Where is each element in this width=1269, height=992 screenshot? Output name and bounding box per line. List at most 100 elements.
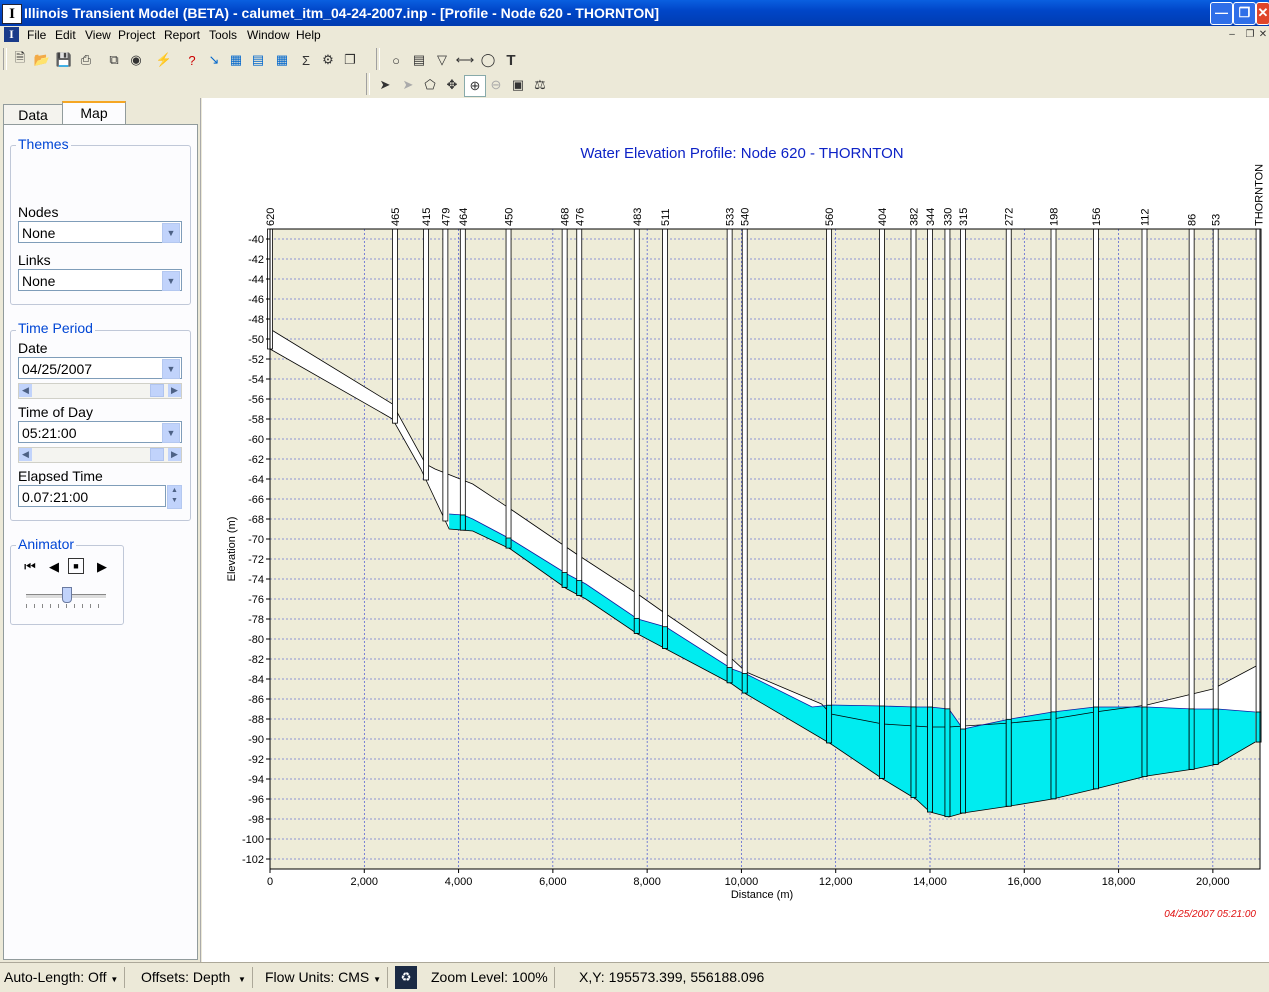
menu-file[interactable]: File <box>27 28 46 42</box>
menu-bar: I File Edit View Project Report Tools Wi… <box>0 26 1269 45</box>
menu-window[interactable]: Window <box>247 28 290 42</box>
x-tick-label: 14,000 <box>913 876 947 888</box>
play-forward-icon[interactable]: ▶ <box>93 558 111 576</box>
scroll-thumb[interactable] <box>150 448 164 461</box>
add-label-icon[interactable]: T <box>501 50 521 70</box>
menu-view[interactable]: View <box>85 28 111 42</box>
elapsed-spinner-icon[interactable]: ▲ ▼ <box>167 485 182 509</box>
document-icon[interactable]: I <box>4 27 19 42</box>
y-tick-label: -74 <box>248 574 264 586</box>
menu-tools[interactable]: Tools <box>209 28 237 42</box>
tab-map[interactable]: Map <box>62 101 126 125</box>
new-file-icon[interactable]: 🗎 <box>10 50 30 70</box>
x-tick-label: 10,000 <box>725 876 759 888</box>
profile-plot-icon[interactable]: ↘ <box>204 50 224 70</box>
x-axis-label: Distance (m) <box>731 889 793 901</box>
save-icon[interactable]: 💾 <box>54 50 74 70</box>
add-conduit-icon[interactable]: ⟷ <box>455 50 475 70</box>
date-select[interactable]: 04/25/2007 ▼ <box>18 357 182 379</box>
y-tick-label: -60 <box>248 434 264 446</box>
manhole-shaft <box>826 228 833 744</box>
elevation-profile-chart[interactable]: 620 465 415 479 464 450 468 476 483 511 533 540 560 4… <box>202 98 1269 962</box>
flow-units-status[interactable]: Flow Units: CMS ▼ <box>265 967 389 988</box>
y-tick-label: -98 <box>248 814 264 826</box>
scroll-right-icon[interactable]: ▶ <box>168 384 181 397</box>
stop-icon[interactable]: ■ <box>68 558 84 574</box>
mdi-close-icon[interactable]: ✕ <box>1258 29 1268 41</box>
zoom-in-icon[interactable]: ⊕ <box>464 75 486 97</box>
node-label: 620 <box>265 208 277 226</box>
options-icon[interactable]: ⚙ <box>318 50 338 70</box>
find-icon[interactable]: ◉ <box>126 50 146 70</box>
chevron-down-icon[interactable]: ▼ <box>162 223 180 243</box>
maximize-button[interactable]: ❐ <box>1233 2 1256 25</box>
mdi-minimize-icon[interactable]: – <box>1225 29 1239 41</box>
add-pump-icon[interactable]: ◯ <box>478 50 498 70</box>
scroll-right-icon[interactable]: ▶ <box>168 448 181 461</box>
time-of-day-select[interactable]: 05:21:00 ▼ <box>18 421 182 443</box>
rewind-icon[interactable]: ⏮ <box>21 558 39 576</box>
scroll-left-icon[interactable]: ◀ <box>19 448 32 461</box>
elapsed-time-field[interactable]: 0.07:21:00 <box>18 485 166 507</box>
query-icon[interactable]: ? <box>182 50 202 70</box>
menu-project[interactable]: Project <box>118 28 155 42</box>
chevron-down-icon[interactable]: ▼ <box>162 423 180 443</box>
scroll-thumb[interactable] <box>150 384 164 397</box>
open-folder-icon[interactable]: 📂 <box>32 50 52 70</box>
menu-help[interactable]: Help <box>296 28 321 42</box>
manhole-water <box>879 705 885 779</box>
menu-report[interactable]: Report <box>164 28 200 42</box>
scatter-plot-icon[interactable]: ▤ <box>248 50 268 70</box>
y-tick-label: -82 <box>248 654 264 666</box>
menu-edit[interactable]: Edit <box>55 28 76 42</box>
add-storage-icon[interactable]: ▤ <box>409 50 429 70</box>
app-icon[interactable]: I <box>2 4 22 24</box>
date-scrollbar[interactable]: ◀ ▶ <box>18 383 182 399</box>
y-tick-label: -68 <box>248 514 264 526</box>
copy-icon[interactable]: ⧉ <box>104 50 124 70</box>
manhole-shaft <box>1212 228 1219 765</box>
node-label: THORNTON <box>1254 164 1266 226</box>
time-scrollbar[interactable]: ◀ ▶ <box>18 447 182 463</box>
scroll-left-icon[interactable]: ◀ <box>19 384 32 397</box>
manhole-shaft <box>726 228 733 684</box>
nodes-theme-select[interactable]: None ▼ <box>18 221 182 243</box>
y-tick-label: -84 <box>248 674 264 686</box>
auto-length-status[interactable]: Auto-Length: Off ▼ <box>4 967 126 988</box>
full-extent-icon[interactable]: ▣ <box>508 75 528 95</box>
slider-thumb[interactable] <box>62 587 72 603</box>
links-label: Links <box>18 252 51 268</box>
select-vertex-icon[interactable]: ➤ <box>398 75 418 95</box>
statistics-icon[interactable]: Σ <box>296 50 316 70</box>
node-label: 112 <box>1140 208 1152 226</box>
nodes-theme-value: None <box>22 225 56 241</box>
y-tick-label: -92 <box>248 754 264 766</box>
title-bar: I Illinois Transient Model (BETA) - calu… <box>0 0 1269 26</box>
x-tick-label: 8,000 <box>633 876 661 888</box>
chevron-down-icon[interactable]: ▼ <box>162 359 180 379</box>
node-label: 483 <box>632 208 644 226</box>
mdi-restore-icon[interactable]: ❐ <box>1243 29 1257 41</box>
select-region-icon[interactable]: ⬠ <box>420 75 440 95</box>
offsets-status[interactable]: Offsets: Depth ▼ <box>141 967 253 988</box>
pan-icon[interactable]: ✥ <box>442 75 462 95</box>
run-icon[interactable]: ⚡ <box>154 50 174 70</box>
table-icon[interactable]: ▦ <box>272 50 292 70</box>
cascade-windows-icon[interactable]: ❐ <box>340 50 360 70</box>
node-label: 450 <box>504 208 516 226</box>
play-back-icon[interactable]: ◀ <box>45 558 63 576</box>
measure-icon[interactable]: ⚖ <box>530 75 550 95</box>
print-icon[interactable]: ⎙ <box>76 50 96 70</box>
chevron-down-icon[interactable]: ▼ <box>162 271 180 291</box>
time-series-icon[interactable]: ▦ <box>226 50 246 70</box>
add-junction-icon[interactable]: ○ <box>386 50 406 70</box>
links-theme-select[interactable]: None ▼ <box>18 269 182 291</box>
close-button[interactable]: ✕ <box>1256 2 1269 25</box>
zoom-out-icon[interactable]: ⊖ <box>486 75 506 95</box>
y-axis-label: Elevation (m) <box>226 517 238 582</box>
select-pointer-icon[interactable]: ➤ <box>375 75 395 95</box>
animation-speed-slider[interactable] <box>26 587 106 610</box>
tab-data[interactable]: Data <box>3 104 63 125</box>
minimize-button[interactable]: — <box>1210 2 1233 25</box>
add-outfall-icon[interactable]: ▽ <box>432 50 452 70</box>
